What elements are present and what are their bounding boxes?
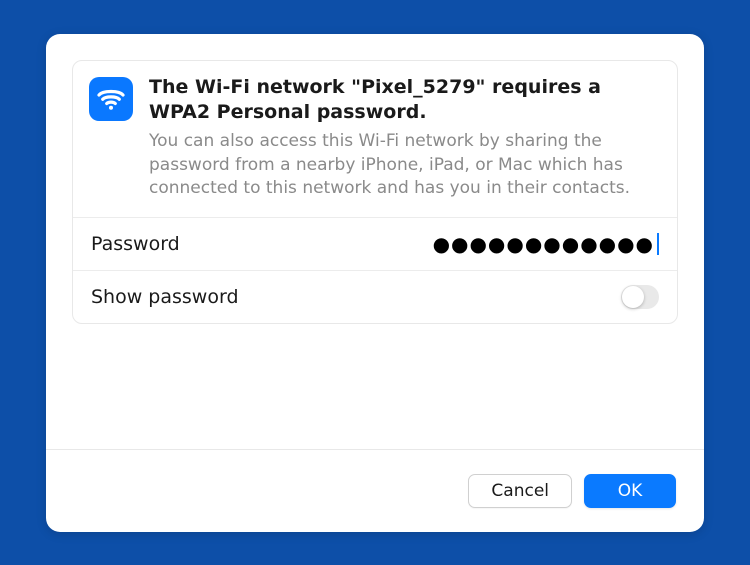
cancel-button[interactable]: Cancel <box>468 474 572 508</box>
password-input[interactable]: ●●●●●●●●●●●● <box>433 232 659 256</box>
header-row: The Wi-Fi network "Pixel_5279" requires … <box>73 61 677 219</box>
toggle-knob <box>622 286 644 308</box>
password-row[interactable]: Password ●●●●●●●●●●●● <box>73 218 677 271</box>
show-password-label: Show password <box>91 286 239 308</box>
dialog-footer: Cancel OK <box>46 449 704 532</box>
show-password-row: Show password <box>73 271 677 323</box>
wifi-icon <box>89 77 133 121</box>
password-masked-value: ●●●●●●●●●●●● <box>433 232 654 256</box>
ok-button[interactable]: OK <box>584 474 676 508</box>
wifi-password-dialog: The Wi-Fi network "Pixel_5279" requires … <box>46 34 704 532</box>
show-password-toggle[interactable] <box>621 285 659 309</box>
header-text: The Wi-Fi network "Pixel_5279" requires … <box>149 75 659 202</box>
dialog-body: The Wi-Fi network "Pixel_5279" requires … <box>46 34 704 449</box>
dialog-title: The Wi-Fi network "Pixel_5279" requires … <box>149 75 659 126</box>
dialog-subtitle: You can also access this Wi-Fi network b… <box>149 130 659 201</box>
text-caret <box>657 233 659 255</box>
content-panel: The Wi-Fi network "Pixel_5279" requires … <box>72 60 678 325</box>
password-label: Password <box>91 233 180 255</box>
